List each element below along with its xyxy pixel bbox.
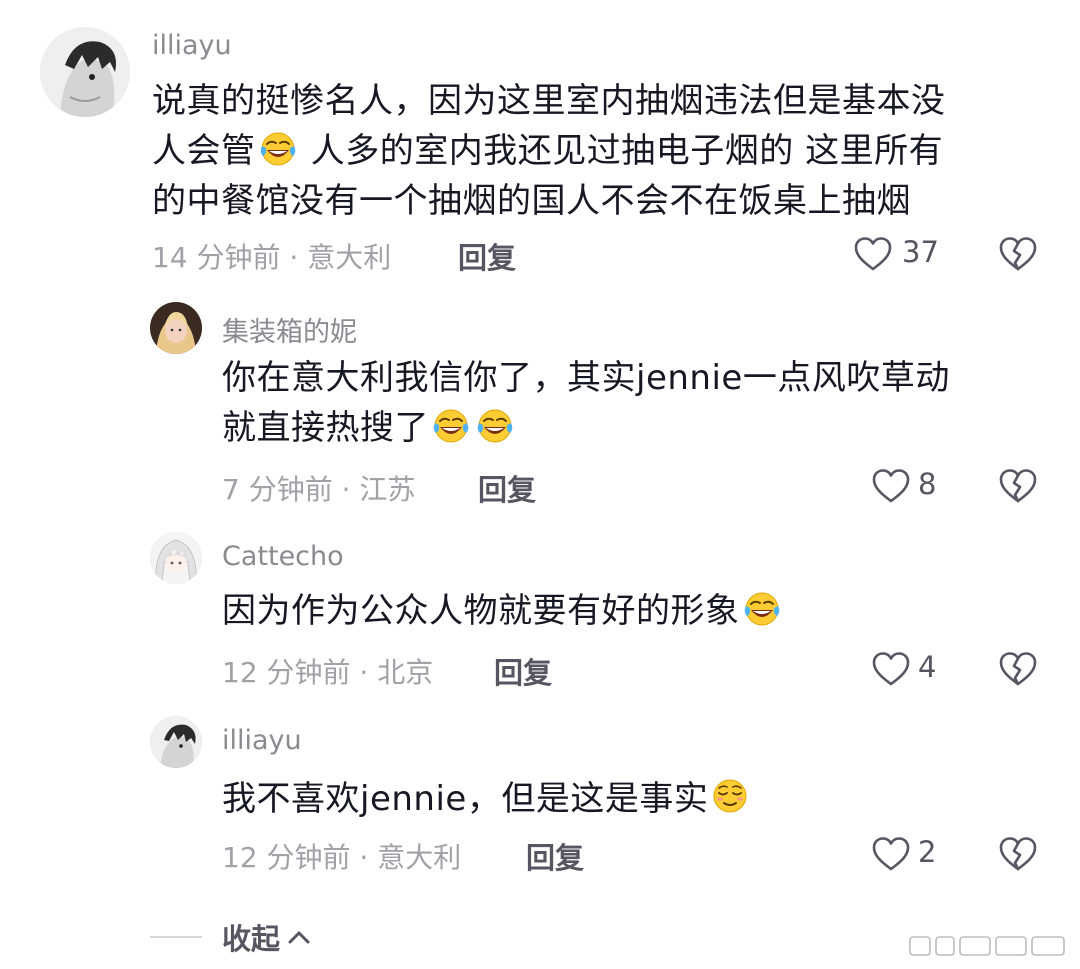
rolling-on-floor-laughing-emoji (431, 405, 471, 445)
reply-comment-item: illiayu 我不喜欢jennie，但是这是事实 12 分钟前 · 意大利 回… (0, 704, 1080, 894)
time-location: 12 分钟前 · 意大利 (222, 841, 462, 874)
comment-text-segment: 就直接热搜了 (222, 408, 429, 448)
reply-button[interactable]: 回复 (478, 467, 536, 509)
collapse-replies-button[interactable]: 收起 (222, 916, 280, 958)
collapse-replies-row[interactable]: 收起 (150, 915, 312, 959)
comment-text-line: 的中餐馆没有一个抽烟的国人不会不在饭桌上抽烟 (152, 181, 911, 221)
heart-outline-icon[interactable] (871, 836, 911, 872)
username[interactable]: Cattecho (222, 541, 344, 572)
time-location: 12 分钟前 · 北京 (222, 656, 434, 689)
avatar[interactable] (150, 532, 202, 584)
comment-text-segment: 我不喜欢jennie，但是这是事实 (222, 779, 709, 819)
comment-text-line: 人会管 人多的室内我还见过抽电子烟的 这里所有 (152, 126, 1052, 176)
like-count: 37 (902, 235, 939, 269)
comment-text-line: 你在意大利我信你了，其实jennie一点风吹草动 (222, 358, 950, 398)
broken-heart-icon[interactable] (998, 836, 1038, 872)
comment-text-segment: 因为作为公众人物就要有好的形象 (222, 591, 740, 631)
anime-girl-avatar-icon (150, 532, 202, 584)
comment-text: 因为作为公众人物就要有好的形象 (222, 586, 1042, 636)
comment-text: 你在意大利我信你了，其实jennie一点风吹草动 就直接热搜了 (222, 353, 1042, 453)
watermark-logo (909, 936, 1065, 956)
comment-text: 我不喜欢jennie，但是这是事实 (222, 774, 1042, 824)
rolling-on-floor-laughing-emoji (475, 405, 515, 445)
comment-text-segment: 人多的室内我还见过抽电子烟的 这里所有 (299, 131, 944, 171)
heart-outline-icon[interactable] (871, 468, 911, 504)
manga-avatar-icon (150, 716, 202, 768)
broken-heart-icon[interactable] (998, 651, 1038, 687)
comment-text-line: 我不喜欢jennie，但是这是事实 (222, 774, 1042, 824)
broken-heart-icon[interactable] (998, 236, 1038, 272)
like-count: 2 (918, 835, 937, 869)
reply-button[interactable]: 回复 (526, 835, 584, 877)
broken-heart-icon[interactable] (998, 468, 1038, 504)
heart-outline-icon[interactable] (853, 236, 893, 272)
rolling-on-floor-laughing-emoji (742, 588, 782, 628)
like-count: 8 (918, 467, 937, 501)
reply-button[interactable]: 回复 (458, 235, 516, 277)
username[interactable]: 集装箱的妮 (222, 310, 357, 349)
comment-text-line: 就直接热搜了 (222, 403, 1042, 453)
reply-button[interactable]: 回复 (494, 650, 552, 692)
manga-avatar-icon (40, 27, 130, 117)
relieved-face-emoji (710, 776, 750, 816)
divider (150, 936, 202, 938)
reply-comment-item: 集装箱的妮 你在意大利我信你了，其实jennie一点风吹草动 就直接热搜了 7 … (0, 290, 1080, 520)
username[interactable]: illiayu (222, 725, 302, 756)
like-count: 4 (918, 650, 937, 684)
comment-text-line: 因为作为公众人物就要有好的形象 (222, 586, 1042, 636)
heart-outline-icon[interactable] (871, 651, 911, 687)
time-location: 7 分钟前 · 江苏 (222, 473, 416, 506)
comment-text-line: 说真的挺惨名人，因为这里室内抽烟违法但是基本没 (152, 81, 946, 121)
avatar[interactable] (40, 27, 130, 117)
avatar[interactable] (150, 302, 202, 354)
avatar[interactable] (150, 716, 202, 768)
username[interactable]: illiayu (152, 30, 232, 61)
comment-item: illiayu 说真的挺惨名人，因为这里室内抽烟违法但是基本没 人会管 人多的室… (0, 0, 1080, 290)
rolling-on-floor-laughing-emoji (258, 128, 298, 168)
chevron-up-icon[interactable] (286, 927, 312, 947)
reply-comment-item: Cattecho 因为作为公众人物就要有好的形象 12 分钟前 · 北京 回复 … (0, 520, 1080, 700)
comment-text: 说真的挺惨名人，因为这里室内抽烟违法但是基本没 人会管 人多的室内我还见过抽电子… (152, 76, 1052, 226)
time-location: 14 分钟前 · 意大利 (152, 241, 392, 274)
comment-text-segment: 人会管 (152, 131, 256, 171)
user-photo-avatar-icon (150, 302, 202, 354)
